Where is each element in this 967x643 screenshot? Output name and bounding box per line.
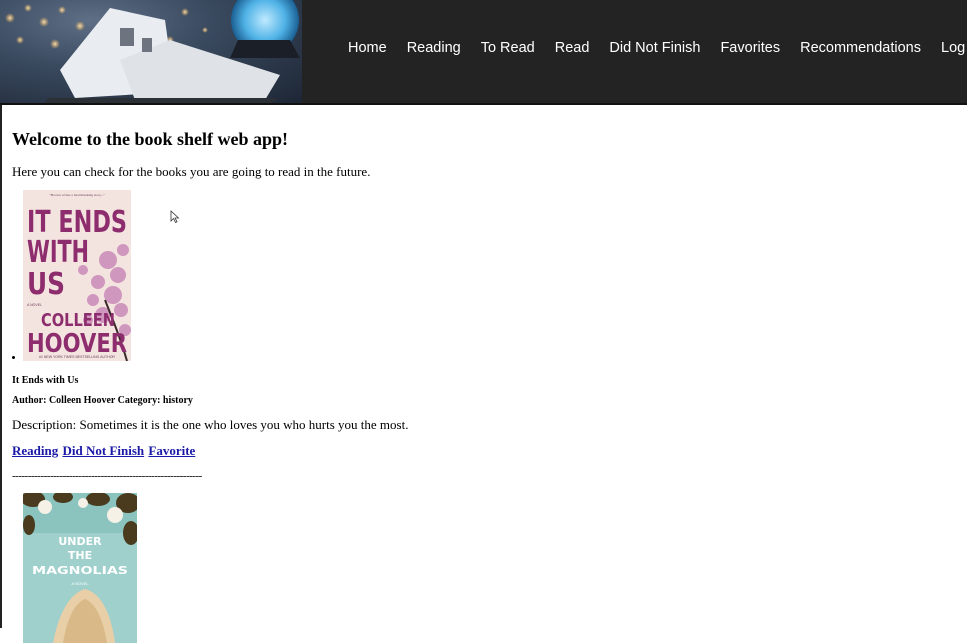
- book-cover-under-the-magnolias[interactable]: UNDER THE MAGNOLIAS A NOVEL: [23, 493, 137, 643]
- nav-favorites[interactable]: Favorites: [720, 40, 780, 56]
- nav-home[interactable]: Home: [348, 40, 387, 56]
- nav-to-read[interactable]: To Read: [481, 40, 535, 56]
- nav-did-not-finish[interactable]: Did Not Finish: [609, 40, 700, 56]
- cover-title-line3: US: [27, 267, 65, 302]
- reading-link[interactable]: Reading: [12, 443, 58, 458]
- cover-author-line1: COLLEEN: [41, 310, 115, 331]
- book-description: Description: Sometimes it is the one who…: [12, 417, 409, 432]
- nav-log-out[interactable]: Log Out: [941, 40, 967, 56]
- nav-recommendations[interactable]: Recommendations: [800, 40, 921, 56]
- book-actions: Reading Did Not Finish Favorite: [12, 443, 952, 459]
- main-nav: Home Reading To Read Read Did Not Finish…: [338, 0, 967, 96]
- intro-text: Here you can check for the books you are…: [12, 164, 371, 179]
- book-item: UNDER THE MAGNOLIAS A NOVEL: [12, 493, 952, 643]
- cover-title-line2: WITH: [27, 235, 89, 270]
- book-meta: Author: Colleen Hoover Category: history: [12, 395, 193, 406]
- banner-image: [0, 0, 302, 103]
- page-title: Welcome to the book shelf web app!: [12, 129, 288, 149]
- nav-read[interactable]: Read: [555, 40, 590, 56]
- cover-title-line3: MAGNOLIAS: [32, 564, 128, 577]
- book-cover-it-ends-with-us[interactable]: "Hoover writes a heartbreaking story..."…: [23, 190, 131, 361]
- did-not-finish-link[interactable]: Did Not Finish: [62, 443, 144, 458]
- cover-title-line2: THE: [68, 549, 92, 562]
- cover-tag: A NOVEL: [71, 581, 89, 586]
- separator: ----------------------------------------…: [12, 470, 202, 482]
- main-content: Welcome to the book shelf web app! Here …: [12, 104, 952, 643]
- cover-tag: A NOVEL: [27, 303, 42, 307]
- favorite-link[interactable]: Favorite: [148, 443, 195, 458]
- book-item: "Hoover writes a heartbreaking story..."…: [12, 190, 952, 483]
- book-title: It Ends with Us: [12, 375, 79, 386]
- nav-reading[interactable]: Reading: [407, 40, 461, 56]
- cover-title-line1: UNDER: [58, 535, 102, 548]
- mouse-cursor-icon: [170, 210, 180, 224]
- cover-bottom-blurb: #1 NEW YORK TIMES BESTSELLING AUTHOR: [39, 355, 115, 359]
- list-bullet: [12, 356, 15, 359]
- cover-top-blurb: "Hoover writes a heartbreaking story...": [49, 193, 105, 197]
- header: Home Reading To Read Read Did Not Finish…: [0, 0, 967, 105]
